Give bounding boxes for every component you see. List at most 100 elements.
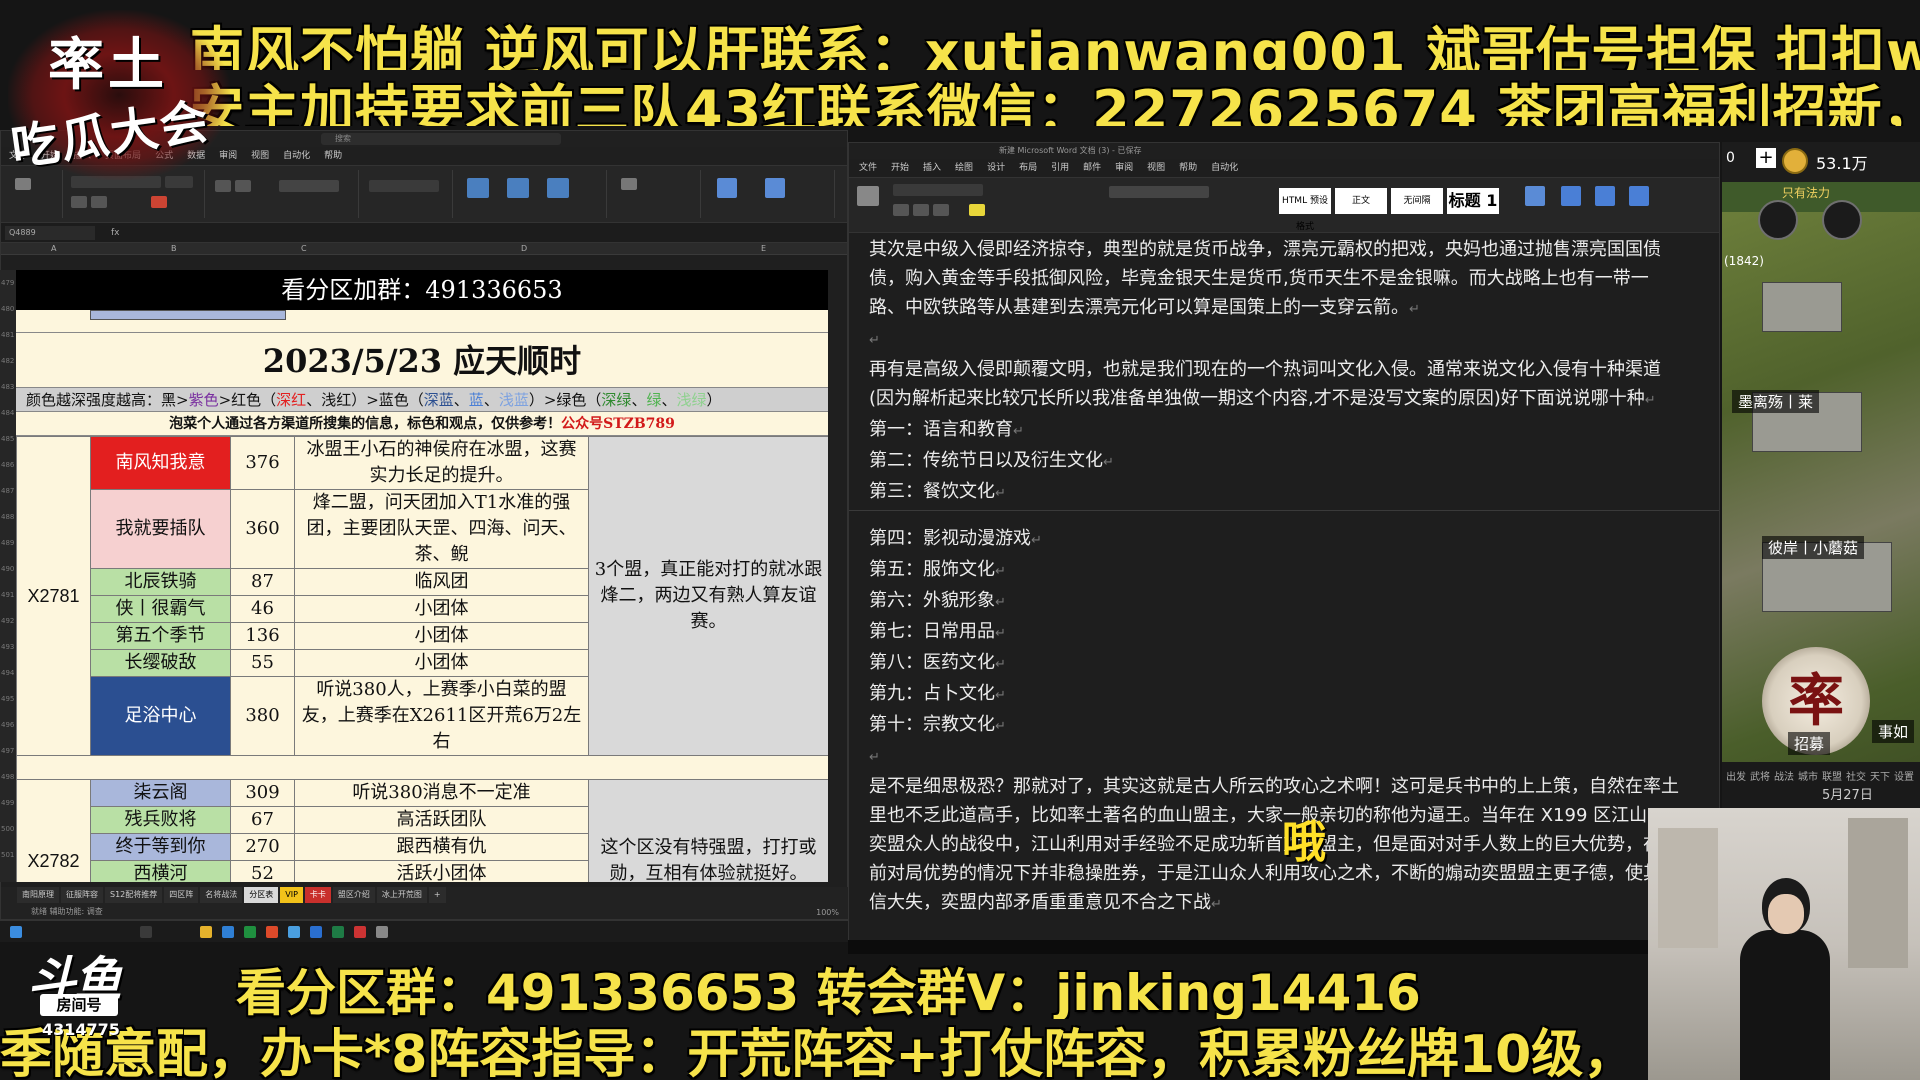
find-icon[interactable] xyxy=(1525,186,1545,206)
word-menu-item[interactable]: 帮助 xyxy=(1179,159,1197,177)
word-menu-item[interactable]: 审阅 xyxy=(1115,159,1133,177)
paragraph-tools[interactable] xyxy=(1109,186,1209,198)
word-menu-item[interactable]: 绘图 xyxy=(955,159,973,177)
city-tag-2[interactable]: 彼岸丨小蘑菇 xyxy=(1762,536,1865,559)
analyze-data-icon[interactable] xyxy=(765,178,785,198)
save-to-cloud-icon[interactable] xyxy=(1629,186,1649,206)
excel-menu-item[interactable]: 自动化 xyxy=(283,147,310,165)
excel-taskbar-icon[interactable] xyxy=(332,926,344,938)
find-select-icon[interactable] xyxy=(717,178,737,198)
excel-menu-item[interactable]: 视图 xyxy=(251,147,269,165)
alliance-name[interactable]: 南风知我意 xyxy=(90,436,231,490)
style-heading-1[interactable]: 标题 1 xyxy=(1447,188,1499,214)
word-menu-item[interactable]: 文件 xyxy=(859,159,877,177)
game-nav-item[interactable]: 战法 xyxy=(1774,768,1794,783)
game-nav-item[interactable]: 社交 xyxy=(1846,768,1866,783)
alliance-name[interactable]: 第五个季节 xyxy=(90,622,231,650)
alliance-name[interactable]: 足浴中心 xyxy=(90,676,231,756)
room-id: 4314775 xyxy=(42,1020,120,1039)
sheet-tab[interactable]: 名将战法 xyxy=(200,887,243,903)
sheet-tab[interactable]: 四区阵 xyxy=(164,887,199,903)
file-explorer-icon[interactable] xyxy=(200,926,212,938)
cell-styles-icon[interactable] xyxy=(547,178,569,198)
sheet-tab[interactable]: 卡卡 xyxy=(304,887,331,903)
recruit-label[interactable]: 招募 xyxy=(1788,732,1831,755)
game-nav-item[interactable]: 联盟 xyxy=(1822,768,1842,783)
alliance-name[interactable]: 我就要插队 xyxy=(90,489,231,569)
word-menu-item[interactable]: 插入 xyxy=(923,159,941,177)
excel-menu-item[interactable]: 帮助 xyxy=(324,147,342,165)
italic-icon[interactable] xyxy=(91,196,107,208)
style-normal[interactable]: 正文 xyxy=(1335,188,1387,214)
sheet-tab[interactable]: 分区表 xyxy=(244,887,279,903)
sheet-tab[interactable]: VIP xyxy=(280,887,303,903)
sheet-tab[interactable]: 冰上开荒图 xyxy=(376,887,427,903)
bold-icon[interactable] xyxy=(893,204,909,216)
word-taskbar-icon[interactable] xyxy=(310,926,322,938)
column-a-header[interactable]: A xyxy=(51,243,56,255)
word-menu-item[interactable]: 设计 xyxy=(987,159,1005,177)
app-icon[interactable] xyxy=(266,926,278,938)
word-menu-item[interactable]: 自动化 xyxy=(1211,159,1238,177)
sheet-tab[interactable]: S12配将推荐 xyxy=(105,887,163,903)
name-box[interactable]: Q4889 xyxy=(5,225,95,240)
number-format-select[interactable] xyxy=(369,180,439,192)
underline-icon[interactable] xyxy=(933,204,949,216)
italic-icon[interactable] xyxy=(913,204,929,216)
game-nav-item[interactable]: 天下 xyxy=(1870,768,1890,783)
column-b-header[interactable]: B xyxy=(171,243,177,255)
qq-icon[interactable] xyxy=(288,926,300,938)
zoom-level[interactable]: 100% xyxy=(816,908,839,917)
game-nav-item[interactable]: 城市 xyxy=(1798,768,1818,783)
edge-icon[interactable] xyxy=(222,926,234,938)
alliance-name[interactable]: 终于等到你 xyxy=(90,833,231,861)
windows-start-icon[interactable] xyxy=(10,926,22,938)
paste-icon[interactable] xyxy=(857,186,879,206)
game-nav-item[interactable]: 出发 xyxy=(1726,768,1746,783)
font-select[interactable] xyxy=(893,184,983,196)
alliance-name[interactable]: 柒云阁 xyxy=(90,779,231,807)
word-menu-item[interactable]: 开始 xyxy=(891,159,909,177)
alliance-name[interactable]: 北辰铁骑 xyxy=(90,568,231,596)
word-menu-item[interactable]: 视图 xyxy=(1147,159,1165,177)
excel-search-input[interactable]: 搜索 xyxy=(321,133,561,145)
font-color-icon[interactable] xyxy=(151,196,167,208)
sheet-tab[interactable]: 征服阵容 xyxy=(61,887,103,903)
column-d-header[interactable]: D xyxy=(521,243,527,255)
sheet-tab[interactable]: + xyxy=(428,887,446,903)
word-menu-item[interactable]: 布局 xyxy=(1019,159,1037,177)
wrap-text-button[interactable] xyxy=(279,180,339,192)
city-building[interactable] xyxy=(1762,282,1842,332)
column-e-header[interactable]: E xyxy=(761,243,766,255)
game-nav-item[interactable]: 设置 xyxy=(1894,768,1914,783)
plus-button[interactable]: + xyxy=(1756,148,1776,168)
bold-icon[interactable] xyxy=(71,196,87,208)
alliance-name[interactable]: 侠丨很霸气 xyxy=(90,595,231,623)
douyu-taskbar-icon[interactable] xyxy=(354,926,366,938)
game-nav-item[interactable]: 武将 xyxy=(1750,768,1770,783)
style-no-spacing[interactable]: 无间隔 xyxy=(1391,188,1443,214)
sheet-tab[interactable]: 南阳原理 xyxy=(17,887,59,903)
obs-icon[interactable] xyxy=(376,926,388,938)
wechat-icon[interactable] xyxy=(244,926,256,938)
location-pin-icon[interactable] xyxy=(1822,200,1862,240)
table-format-icon[interactable] xyxy=(507,178,529,198)
alliance-name[interactable]: 长缨破敌 xyxy=(90,649,231,677)
word-menu-item[interactable]: 邮件 xyxy=(1083,159,1101,177)
alliance-name[interactable]: 残兵败将 xyxy=(90,806,231,834)
city-tag-1[interactable]: 墨离殇丨莱 xyxy=(1732,390,1820,413)
search-icon[interactable] xyxy=(1758,200,1798,240)
dictate-icon[interactable] xyxy=(1561,186,1581,206)
word-menu-item[interactable]: 引用 xyxy=(1051,159,1069,177)
highlight-icon[interactable] xyxy=(969,204,985,216)
alliance-name[interactable]: 西横河 xyxy=(90,860,231,882)
conditional-format-icon[interactable] xyxy=(467,178,489,198)
style-html-preset[interactable]: HTML 预设格式 xyxy=(1279,188,1331,232)
sensitivity-icon[interactable] xyxy=(1595,186,1615,206)
spreadsheet-grid[interactable]: 看分区加群：491336653 2023/5/23 应天顺时 颜色越深强度越高：… xyxy=(16,270,828,882)
event-label[interactable]: 事如 xyxy=(1872,720,1915,743)
taskbar-search-icon[interactable] xyxy=(140,926,152,938)
sheet-tab[interactable]: 盟区介绍 xyxy=(332,887,375,903)
column-c-header[interactable]: C xyxy=(301,243,307,255)
insert-cells-icon[interactable] xyxy=(621,178,637,190)
